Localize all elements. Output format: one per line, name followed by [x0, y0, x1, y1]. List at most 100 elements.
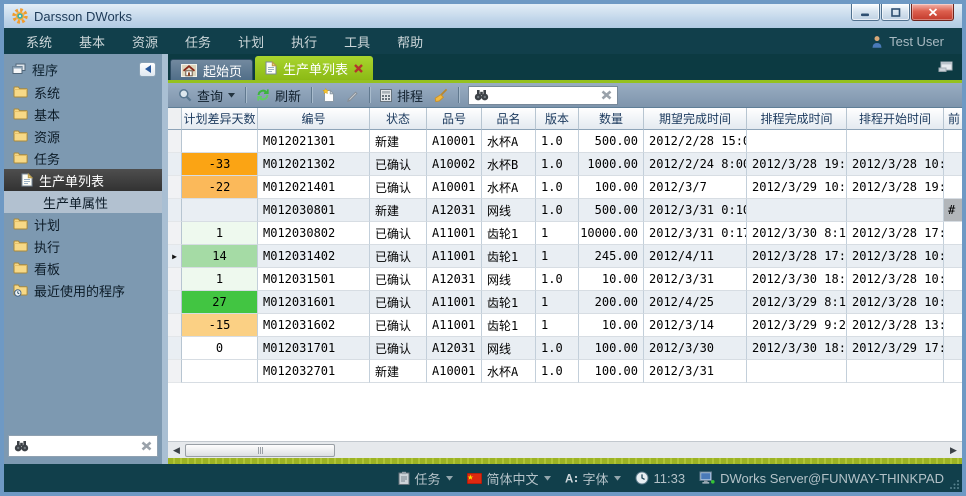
sidebar-item-0[interactable]: 系统: [4, 81, 162, 103]
table-row-9[interactable]: 0M012031701已确认A12031网线1.0100.002012/3/30…: [168, 337, 962, 360]
column-header-9[interactable]: 排程开始时间: [847, 108, 944, 130]
sidebar-item-2[interactable]: 资源: [4, 125, 162, 147]
clear-search-icon[interactable]: [141, 441, 152, 451]
table-row-6[interactable]: 1M012031501已确认A12031网线1.010.002012/3/312…: [168, 268, 962, 291]
column-header-0[interactable]: 计划差异天数: [182, 108, 258, 130]
toolbar-search-input[interactable]: [494, 87, 596, 103]
close-button[interactable]: [911, 4, 954, 21]
row-selector[interactable]: [168, 360, 182, 383]
tab-1[interactable]: 生产单列表: [255, 56, 373, 80]
status-time[interactable]: 11:33: [635, 471, 686, 486]
edit-button[interactable]: [342, 88, 363, 103]
table-row-10[interactable]: M012032701新建A10001水杯A1.0100.002012/3/31: [168, 360, 962, 383]
row-selector-header[interactable]: [168, 108, 182, 130]
chevron-down-light-icon[interactable]: [544, 476, 551, 481]
window-list-icon[interactable]: [938, 60, 953, 72]
chevron-down-light-icon[interactable]: [614, 476, 621, 481]
folder-icon: [13, 152, 28, 164]
new-button[interactable]: [318, 87, 339, 103]
row-selector[interactable]: [168, 337, 182, 360]
sidebar-item-label: 资源: [34, 127, 60, 146]
status-language[interactable]: 简体中文: [467, 469, 551, 488]
collapse-sidebar-button[interactable]: [139, 62, 156, 77]
scroll-right-arrow[interactable]: ▶: [945, 443, 962, 458]
sidebar-item-9[interactable]: 最近使用的程序: [4, 279, 162, 301]
row-selector[interactable]: [168, 199, 182, 222]
table-row-5[interactable]: ▶14M012031402已确认A11001齿轮11245.002012/4/1…: [168, 245, 962, 268]
column-header-3[interactable]: 品号: [427, 108, 482, 130]
column-header-6[interactable]: 数量: [579, 108, 644, 130]
sidebar-item-8[interactable]: 看板: [4, 257, 162, 279]
resize-grip-icon[interactable]: [949, 479, 960, 490]
tab-0[interactable]: 起始页: [170, 59, 253, 80]
refresh-button[interactable]: 刷新: [252, 85, 305, 106]
current-row-marker[interactable]: ▶: [168, 245, 182, 268]
scroll-left-arrow[interactable]: ◀: [168, 443, 185, 458]
status-font[interactable]: A字体: [565, 469, 621, 488]
minimize-icon: [861, 8, 870, 17]
sidebar-item-5[interactable]: 生产单属性: [4, 191, 162, 213]
column-header-1[interactable]: 编号: [258, 108, 370, 130]
column-header-8[interactable]: 排程完成时间: [747, 108, 847, 130]
row-selector[interactable]: [168, 130, 182, 153]
query-button[interactable]: 查询: [174, 85, 239, 106]
binoculars-icon: [474, 89, 489, 101]
table-row-2[interactable]: -22M012021401已确认A10001水杯A1.0100.002012/3…: [168, 176, 962, 199]
sidebar-search-input[interactable]: [34, 438, 136, 454]
menu-item-3[interactable]: 任务: [185, 32, 211, 51]
status-task[interactable]: 任务: [398, 469, 453, 488]
sidebar-item-7[interactable]: 执行: [4, 235, 162, 257]
table-row-7[interactable]: 27M012031601已确认A11001齿轮11200.002012/4/25…: [168, 291, 962, 314]
query-label: 查询: [197, 86, 223, 105]
sidebar-item-label: 基本: [34, 105, 60, 124]
table-row-8[interactable]: -15M012031602已确认A11001齿轮1110.002012/3/14…: [168, 314, 962, 337]
sidebar-item-4[interactable]: 生产单列表: [4, 169, 162, 191]
folder-icon: [13, 86, 28, 98]
table-row-4[interactable]: 1M012030802已确认A11001齿轮1110000.002012/3/3…: [168, 222, 962, 245]
row-selector[interactable]: [168, 291, 182, 314]
table-row-0[interactable]: M012021301新建A10001水杯A1.0500.002012/2/28 …: [168, 130, 962, 153]
column-header-7[interactable]: 期望完成时间: [644, 108, 747, 130]
row-selector[interactable]: [168, 153, 182, 176]
column-header-5[interactable]: 版本: [536, 108, 579, 130]
menu-item-2[interactable]: 资源: [132, 32, 158, 51]
cell-6-1: M012031501: [258, 268, 370, 291]
column-header-2[interactable]: 状态: [370, 108, 427, 130]
cell-1-4: 水杯B: [482, 153, 536, 176]
sidebar-item-6[interactable]: 计划: [4, 213, 162, 235]
cell-9-8: 2012/3/30 18:00: [747, 337, 847, 360]
sidebar-item-1[interactable]: 基本: [4, 103, 162, 125]
chevron-down-light-icon[interactable]: [446, 476, 453, 481]
sidebar-item-3[interactable]: 任务: [4, 147, 162, 169]
menu-item-4[interactable]: 计划: [238, 32, 264, 51]
user-indicator[interactable]: Test User: [871, 34, 944, 49]
menu-item-1[interactable]: 基本: [79, 32, 105, 51]
row-selector[interactable]: [168, 314, 182, 337]
menu-item-7[interactable]: 帮助: [397, 32, 423, 51]
table-row-3[interactable]: M012030801新建A12031网线1.0500.002012/3/31 0…: [168, 199, 962, 222]
row-selector[interactable]: [168, 222, 182, 245]
scrollbar-thumb[interactable]: [185, 444, 335, 457]
row-selector[interactable]: [168, 176, 182, 199]
clear-search-icon[interactable]: [601, 90, 612, 100]
cell-7-2: 已确认: [370, 291, 427, 314]
close-tab-icon[interactable]: [354, 64, 363, 73]
menu-item-0[interactable]: 系统: [26, 32, 52, 51]
cell-10-1: M012032701: [258, 360, 370, 383]
cell-3-8: [747, 199, 847, 222]
row-selector[interactable]: [168, 268, 182, 291]
cell-7-3: A11001: [427, 291, 482, 314]
menu-item-5[interactable]: 执行: [291, 32, 317, 51]
clean-button[interactable]: [430, 87, 452, 103]
minimize-button[interactable]: [851, 4, 880, 21]
menu-item-6[interactable]: 工具: [344, 32, 370, 51]
sidebar-items: 系统基本资源任务生产单列表生产单属性计划执行看板最近使用的程序: [4, 81, 162, 301]
cell-1-7: 2012/2/24 8:00: [644, 153, 747, 176]
table-row-1[interactable]: -33M012021302已确认A10002水杯B1.01000.002012/…: [168, 153, 962, 176]
title-bar[interactable]: Darsson DWorks: [4, 4, 962, 28]
maximize-button[interactable]: [881, 4, 910, 21]
schedule-button[interactable]: 排程: [376, 85, 427, 106]
column-header-4[interactable]: 品名: [482, 108, 536, 130]
status-server[interactable]: DWorks Server@FUNWAY-THINKPAD: [699, 471, 944, 486]
column-header-10[interactable]: 前: [944, 108, 962, 130]
